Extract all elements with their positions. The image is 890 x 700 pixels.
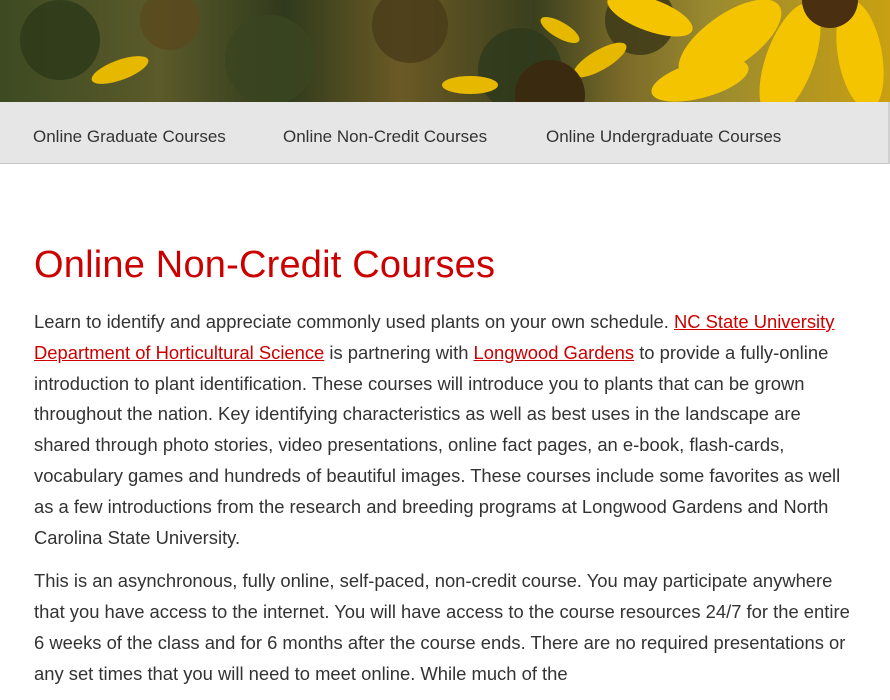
course-format-paragraph: This is an asynchronous, fully online, s… xyxy=(34,570,850,684)
nav-item-graduate-courses[interactable]: Online Graduate Courses xyxy=(33,102,226,163)
intro-paragraph: Learn to identify and appreciate commonl… xyxy=(34,307,854,553)
page-title: Online Non-Credit Courses xyxy=(34,244,496,286)
sunflower-banner-image xyxy=(0,0,890,102)
nav-item-non-credit-courses[interactable]: Online Non-Credit Courses xyxy=(283,102,487,163)
ncsu-link[interactable]: NC State University xyxy=(674,311,834,332)
nav-item-undergraduate-courses[interactable]: Online Undergraduate Courses xyxy=(546,102,781,163)
intro-text-4: to provide a fully-online introduction t… xyxy=(34,341,841,548)
horticultural-science-link[interactable]: Department of Horticultural Science xyxy=(34,342,324,363)
intro-text-1: Learn to identify and appreciate commonl… xyxy=(34,311,674,332)
main-content: Online Non-Credit Courses Learn to ident… xyxy=(34,236,854,690)
intro-text-3: is partnering with xyxy=(324,341,474,363)
sunflower-illustration xyxy=(20,0,884,102)
section-nav: Online Graduate Courses Online Non-Credi… xyxy=(0,102,890,164)
longwood-gardens-link[interactable]: Longwood Gardens xyxy=(474,342,635,363)
